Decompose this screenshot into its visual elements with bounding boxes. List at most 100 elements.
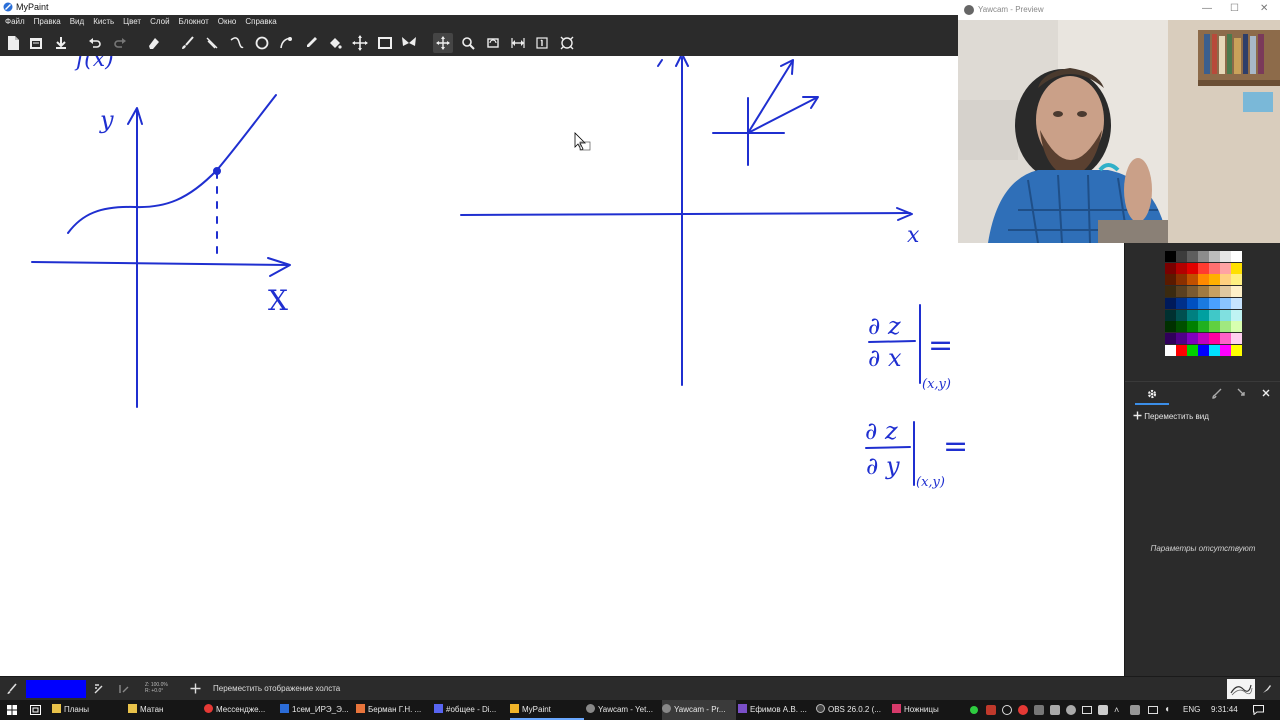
tray-record-icon[interactable] xyxy=(1018,705,1028,715)
palette-swatch[interactable] xyxy=(1187,262,1198,274)
brush-options-icon[interactable] xyxy=(1211,387,1223,399)
taskbar-clock[interactable]: 9:31:44 xyxy=(1211,700,1238,720)
open-file-button[interactable] xyxy=(26,33,46,53)
palette-swatch[interactable] xyxy=(1209,332,1220,344)
tray-volume-icon[interactable]: ◖ xyxy=(1164,704,1170,715)
palette-swatch[interactable] xyxy=(1198,297,1209,309)
palette-swatch[interactable] xyxy=(1165,286,1176,298)
pick-icon[interactable] xyxy=(1235,387,1247,399)
palette-swatch[interactable] xyxy=(1187,251,1198,262)
palette-swatch[interactable] xyxy=(1165,321,1176,333)
taskbar-item-plans[interactable]: Планы xyxy=(52,700,126,720)
tray-network-icon[interactable] xyxy=(1130,705,1140,715)
tray-settings-icon[interactable] xyxy=(1066,705,1076,715)
layer-mode-icon[interactable] xyxy=(118,683,130,695)
palette-swatch[interactable] xyxy=(1209,309,1220,321)
line-button[interactable] xyxy=(202,33,222,53)
notifications-icon[interactable] xyxy=(1253,705,1264,715)
tray-device-2-icon[interactable] xyxy=(1098,705,1108,715)
menu-layer[interactable]: Слой xyxy=(145,15,173,26)
taskbar-item-obs[interactable]: OBS 26.0.2 (... xyxy=(816,700,890,720)
reset-view-button[interactable] xyxy=(532,33,552,53)
palette-swatch[interactable] xyxy=(1176,321,1187,333)
palette-swatch[interactable] xyxy=(1187,309,1198,321)
palette-swatch[interactable] xyxy=(1220,344,1231,356)
taskbar-item-berman[interactable]: Берман Г.Н. ... xyxy=(356,700,432,720)
palette-swatch[interactable] xyxy=(1187,297,1198,309)
webcam-preview-window[interactable]: Yawcam - Preview — ☐ ✕ xyxy=(958,0,1280,244)
palette-swatch[interactable] xyxy=(1220,332,1231,344)
palette-swatch[interactable] xyxy=(1231,297,1242,309)
ellipse-button[interactable] xyxy=(252,33,272,53)
palette-swatch[interactable] xyxy=(1176,251,1187,262)
tray-display-icon[interactable] xyxy=(1148,706,1158,714)
palette-swatch[interactable] xyxy=(1209,344,1220,356)
brush-settings-icon[interactable] xyxy=(93,683,105,695)
palette-swatch[interactable] xyxy=(1187,274,1198,286)
palette-swatch[interactable] xyxy=(1231,286,1242,298)
palette-swatch[interactable] xyxy=(1198,262,1209,274)
palette-swatch[interactable] xyxy=(1220,262,1231,274)
task-view-icon[interactable] xyxy=(30,705,41,715)
windows-start-icon[interactable] xyxy=(7,705,17,715)
drawing-canvas[interactable]: f(x) y X x ∂ z ∂ x (x,y) = ∂ z ∂ y (x,y)… xyxy=(0,56,1124,676)
new-document-button[interactable] xyxy=(3,33,23,53)
settings-icon[interactable] xyxy=(1145,387,1159,401)
menu-file[interactable]: Файл xyxy=(0,15,29,26)
palette-swatch[interactable] xyxy=(1198,321,1209,333)
menu-scratchpad[interactable]: Блокнот xyxy=(174,15,213,26)
palette-swatch[interactable] xyxy=(1176,344,1187,356)
menu-color[interactable]: Цвет xyxy=(118,15,145,26)
palette-swatch[interactable] xyxy=(1176,274,1187,286)
tray-obs-icon[interactable] xyxy=(1002,705,1012,715)
fit-view-button[interactable] xyxy=(557,33,577,53)
palette-swatch[interactable] xyxy=(1220,321,1231,333)
tray-green-status-icon[interactable] xyxy=(970,706,978,714)
palette-swatch[interactable] xyxy=(1176,309,1187,321)
palette-swatch[interactable] xyxy=(1187,321,1198,333)
palette-swatch[interactable] xyxy=(1198,309,1209,321)
frame-button[interactable] xyxy=(375,33,395,53)
rotate-view-button[interactable] xyxy=(483,33,503,53)
palette-swatch[interactable] xyxy=(1198,332,1209,344)
palette-swatch[interactable] xyxy=(1187,332,1198,344)
palette-swatch[interactable] xyxy=(1165,332,1176,344)
palette-swatch[interactable] xyxy=(1209,251,1220,262)
palette-swatch[interactable] xyxy=(1165,297,1176,309)
tray-battery-icon[interactable] xyxy=(1082,706,1092,714)
taskbar-item-mypaint[interactable]: MyPaint xyxy=(510,700,584,720)
palette-swatch[interactable] xyxy=(1176,262,1187,274)
palette-swatch[interactable] xyxy=(1220,309,1231,321)
palette-swatch[interactable] xyxy=(1220,286,1231,298)
color-picker-button[interactable] xyxy=(301,33,321,53)
taskbar-item-discord[interactable]: #общее - Di... xyxy=(434,700,508,720)
palette-swatch[interactable] xyxy=(1187,286,1198,298)
palette-swatch[interactable] xyxy=(1176,332,1187,344)
taskbar-item-messenger[interactable]: Мессендже... xyxy=(204,700,278,720)
save-file-button[interactable] xyxy=(51,33,71,53)
menu-window[interactable]: Окно xyxy=(213,15,241,26)
palette-swatch[interactable] xyxy=(1165,274,1176,286)
palette-swatch[interactable] xyxy=(1231,332,1242,344)
palette-swatch[interactable] xyxy=(1209,297,1220,309)
taskbar-item-yawcam-main[interactable]: Yawcam - Yet... xyxy=(586,700,660,720)
palette-swatch[interactable] xyxy=(1231,262,1242,274)
taskbar-item-yawcam-preview[interactable]: Yawcam - Pr... xyxy=(662,700,736,720)
current-color-swatch[interactable] xyxy=(26,680,86,698)
webcam-minimize-button[interactable]: — xyxy=(1202,3,1212,14)
palette-swatch[interactable] xyxy=(1165,309,1176,321)
brush-status-icon[interactable] xyxy=(6,683,18,695)
palette-swatch[interactable] xyxy=(1220,274,1231,286)
palette-swatch[interactable] xyxy=(1198,251,1209,262)
webcam-close-button[interactable]: ✕ xyxy=(1260,3,1268,14)
palette-swatch[interactable] xyxy=(1198,286,1209,298)
palette-swatch[interactable] xyxy=(1220,251,1231,262)
tray-device-icon[interactable] xyxy=(1034,705,1044,715)
mirror-view-button[interactable] xyxy=(508,33,528,53)
undo-button[interactable] xyxy=(85,33,105,53)
menu-brush[interactable]: Кисть xyxy=(88,15,118,26)
palette-swatch[interactable] xyxy=(1209,262,1220,274)
fill-button[interactable] xyxy=(325,33,345,53)
redo-button[interactable] xyxy=(110,33,130,53)
tray-folder-icon[interactable] xyxy=(1050,705,1060,715)
